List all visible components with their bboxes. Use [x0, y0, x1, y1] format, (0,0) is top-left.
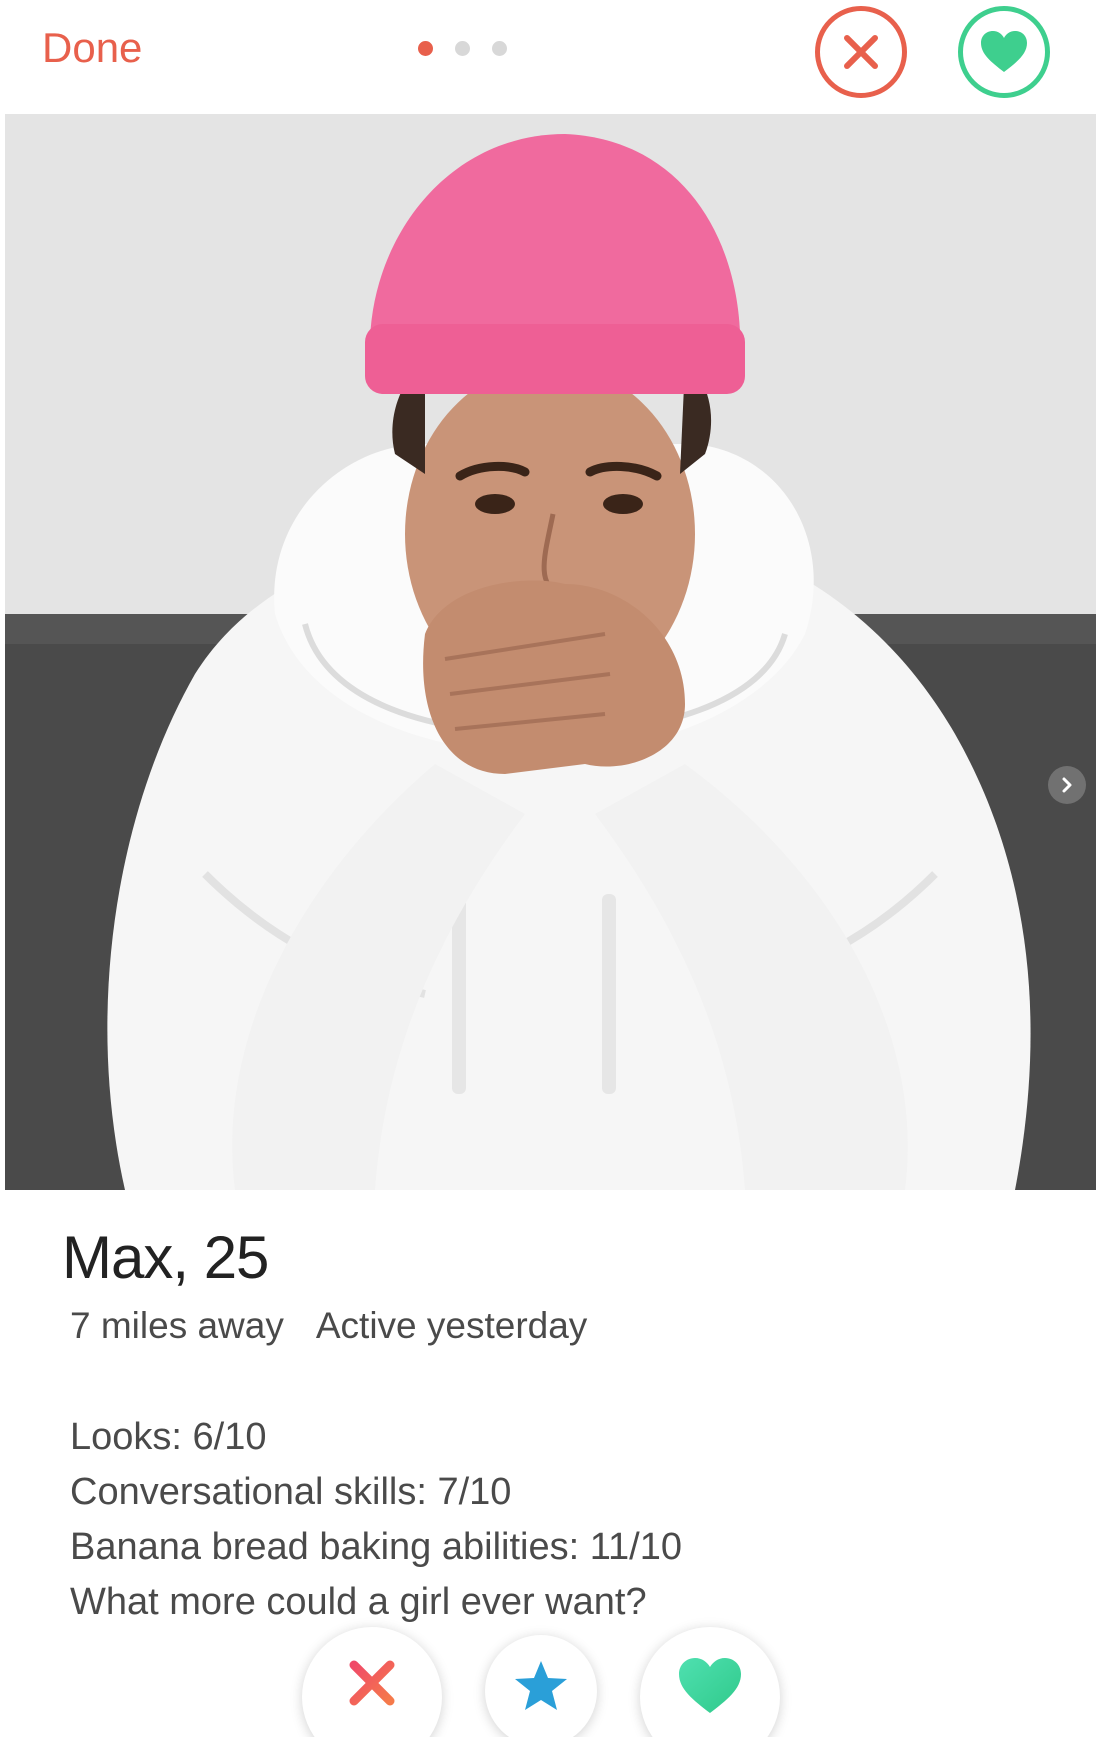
profile-photo[interactable]	[5, 114, 1096, 1190]
photo-page-indicator	[418, 41, 507, 56]
bio-line: Looks: 6/10	[70, 1416, 267, 1458]
chevron-right-icon	[1062, 777, 1072, 793]
heart-icon	[981, 31, 1027, 72]
profile-bio: Looks: 6/10 Conversational skills: 7/10 …	[70, 1410, 682, 1630]
star-icon	[515, 1661, 567, 1710]
nope-button[interactable]	[302, 1627, 442, 1737]
super-like-button[interactable]	[485, 1635, 597, 1737]
bio-line: What more could a girl ever want?	[70, 1581, 647, 1623]
bio-line: Banana bread baking abilities: 11/10	[70, 1526, 682, 1568]
activity-status: Active yesterday	[315, 1305, 588, 1346]
profile-meta: 7 miles away Active yesterday	[70, 1305, 587, 1347]
bio-line: Conversational skills: 7/10	[70, 1471, 512, 1513]
distance-text: 7 miles away	[70, 1305, 284, 1346]
nope-button-top[interactable]	[815, 6, 907, 98]
page-dot-2	[455, 41, 470, 56]
action-bar	[300, 1625, 780, 1737]
page-dot-3	[492, 41, 507, 56]
next-photo-button[interactable]	[1048, 766, 1086, 804]
top-bar: Done	[0, 0, 1105, 104]
like-button-top[interactable]	[958, 6, 1050, 98]
done-button[interactable]: Done	[42, 24, 142, 72]
close-icon	[349, 1660, 395, 1706]
page-dot-1	[418, 41, 433, 56]
profile-name-age: Max, 25	[62, 1224, 269, 1291]
close-icon	[844, 35, 878, 69]
like-button[interactable]	[640, 1627, 780, 1737]
profile-photo-illustration	[5, 114, 1096, 1190]
heart-icon	[679, 1658, 741, 1713]
